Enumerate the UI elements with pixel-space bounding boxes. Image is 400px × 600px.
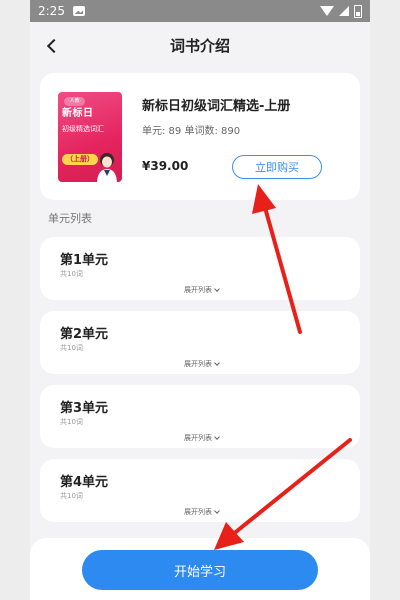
expand-list-button[interactable]: 展开列表 — [184, 285, 220, 295]
nav-bar: 词书介绍 — [30, 22, 370, 68]
expand-list-button[interactable]: 展开列表 — [184, 433, 220, 443]
page-title: 词书介绍 — [169, 36, 230, 55]
unit-word-count: 共10词 — [60, 492, 83, 500]
battery-icon — [354, 4, 362, 18]
status-right — [320, 4, 362, 18]
chevron-down-icon — [214, 508, 220, 514]
cover-subtitle: 初级精选词汇 — [62, 125, 104, 133]
status-bar: 2:25 — [30, 0, 370, 22]
phone-screen: 2:25 词书介绍 ·人教· 新标日 初级精选词汇 （上册） 新标日初级词汇精选… — [30, 0, 370, 600]
chevron-down-icon — [214, 360, 220, 366]
chevron-down-icon — [214, 286, 220, 292]
book-meta: 单元: 89 单词数: 890 — [142, 126, 241, 137]
expand-label: 展开列表 — [184, 434, 212, 442]
expand-label: 展开列表 — [184, 508, 212, 516]
unit-name: 第4单元 — [60, 475, 109, 490]
unit-card-3[interactable]: 第3单元 共10词 展开列表 — [40, 385, 360, 448]
chevron-down-icon — [214, 434, 220, 440]
bottom-bar: 开始学习 — [30, 538, 370, 600]
unit-word-count: 共10词 — [60, 270, 83, 278]
wifi-icon — [320, 6, 334, 16]
status-time: 2:25 — [38, 4, 65, 18]
cover-volume: （上册） — [62, 154, 98, 165]
book-title: 新标日初级词汇精选-上册 — [142, 99, 291, 114]
expand-list-button[interactable]: 展开列表 — [184, 507, 220, 517]
expand-label: 展开列表 — [184, 360, 212, 368]
chevron-left-icon — [46, 38, 62, 54]
expand-list-button[interactable]: 展开列表 — [184, 359, 220, 369]
unit-card-1[interactable]: 第1单元 共10词 展开列表 — [40, 237, 360, 300]
book-cover: ·人教· 新标日 初级精选词汇 （上册） — [58, 92, 122, 182]
buy-now-button[interactable]: 立即购买 — [232, 155, 322, 179]
unit-name: 第1单元 — [60, 253, 109, 268]
unit-list-title: 单元列表 — [48, 212, 92, 225]
cover-title: 新标日 — [62, 108, 94, 119]
book-card: ·人教· 新标日 初级精选词汇 （上册） 新标日初级词汇精选-上册 单元: 89… — [40, 73, 360, 200]
status-left: 2:25 — [38, 4, 85, 18]
expand-label: 展开列表 — [184, 286, 212, 294]
signal-icon — [339, 6, 349, 16]
cover-character-illustration — [97, 153, 117, 182]
unit-card-2[interactable]: 第2单元 共10词 展开列表 — [40, 311, 360, 374]
image-icon — [72, 6, 85, 16]
unit-word-count: 共10词 — [60, 418, 83, 426]
book-price: ¥39.00 — [142, 159, 189, 173]
unit-name: 第3单元 — [60, 401, 109, 416]
unit-name: 第2单元 — [60, 327, 109, 342]
unit-word-count: 共10词 — [60, 344, 83, 352]
back-button[interactable] — [38, 32, 66, 60]
cover-badge: ·人教· — [64, 97, 86, 106]
unit-card-4[interactable]: 第4单元 共10词 展开列表 — [40, 459, 360, 522]
start-learning-button[interactable]: 开始学习 — [82, 550, 318, 590]
